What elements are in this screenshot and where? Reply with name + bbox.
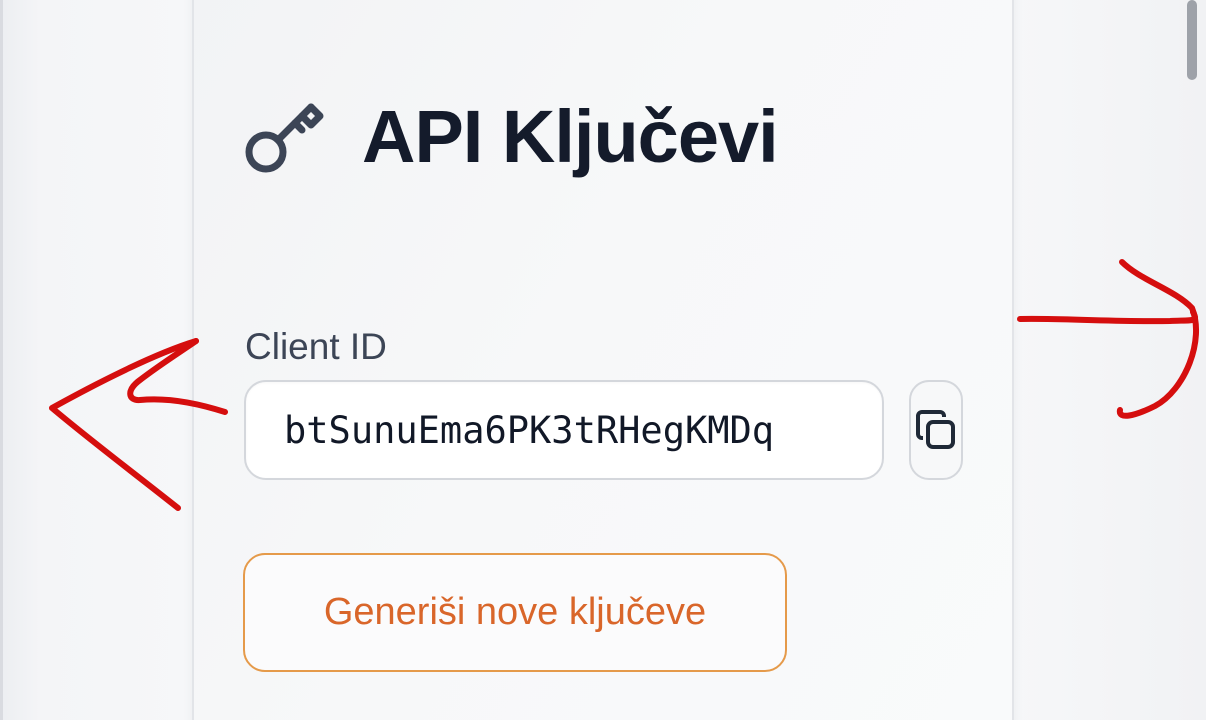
copy-client-id-button[interactable] [909, 380, 963, 480]
client-id-label: Client ID [245, 326, 387, 367]
window-edge [0, 0, 3, 720]
client-id-field[interactable] [244, 380, 884, 480]
generate-new-keys-button[interactable]: Generiši nove ključeve [243, 553, 787, 672]
page-title: API Ključevi [362, 94, 779, 178]
copy-icon [916, 410, 955, 449]
key-icon [245, 103, 324, 173]
page-header: API Ključevi [244, 86, 779, 186]
scrollbar-thumb[interactable] [1187, 0, 1197, 80]
